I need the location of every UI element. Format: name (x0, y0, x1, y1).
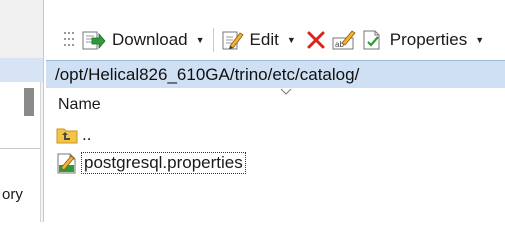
left-pane-path-bar (0, 58, 43, 82)
edit-icon (222, 29, 244, 51)
edit-button[interactable]: Edit ▼ (222, 29, 296, 51)
list-item-parent[interactable]: .. (56, 122, 91, 148)
left-pane: ory (0, 0, 44, 222)
properties-icon (362, 29, 384, 51)
properties-dropdown-icon[interactable]: ▼ (475, 35, 484, 45)
rename-icon: ab (332, 29, 356, 51)
file-list-header: Name (46, 88, 505, 118)
rename-button[interactable]: ab (332, 29, 356, 51)
left-pane-divider (0, 148, 40, 149)
list-item-label: postgresql.properties (81, 152, 246, 174)
column-header-name[interactable]: Name (58, 96, 101, 114)
download-button[interactable]: Download ▼ (82, 29, 205, 51)
download-dropdown-icon[interactable]: ▼ (196, 35, 205, 45)
edit-label: Edit (249, 30, 279, 49)
list-item-label: .. (82, 125, 92, 144)
sort-indicator-icon (280, 88, 292, 99)
properties-button[interactable]: Properties ▼ (362, 29, 484, 51)
path-bar[interactable]: /opt/Helical826_610GA/trino/etc/catalog/ (46, 60, 505, 88)
left-pane-scrollbar-thumb[interactable] (24, 88, 34, 116)
download-label: Download (112, 30, 188, 49)
properties-file-icon (56, 152, 78, 174)
current-path: /opt/Helical826_610GA/trino/etc/catalog/ (55, 64, 360, 84)
list-item-postgresql-properties[interactable]: postgresql.properties (56, 150, 246, 176)
delete-icon (306, 30, 326, 50)
left-pane-partial-label: ory (2, 186, 23, 203)
toolbar-grip-handle[interactable] (62, 29, 78, 51)
toolbar-separator (212, 28, 214, 52)
edit-dropdown-icon[interactable]: ▼ (287, 35, 296, 45)
download-icon (82, 29, 106, 51)
properties-label: Properties (389, 30, 468, 49)
remote-toolbar: Download ▼ Edit ▼ ab Properties ▼ (44, 20, 505, 60)
parent-folder-icon (56, 124, 78, 146)
left-pane-toolbar (0, 0, 43, 58)
delete-button[interactable] (306, 30, 326, 50)
